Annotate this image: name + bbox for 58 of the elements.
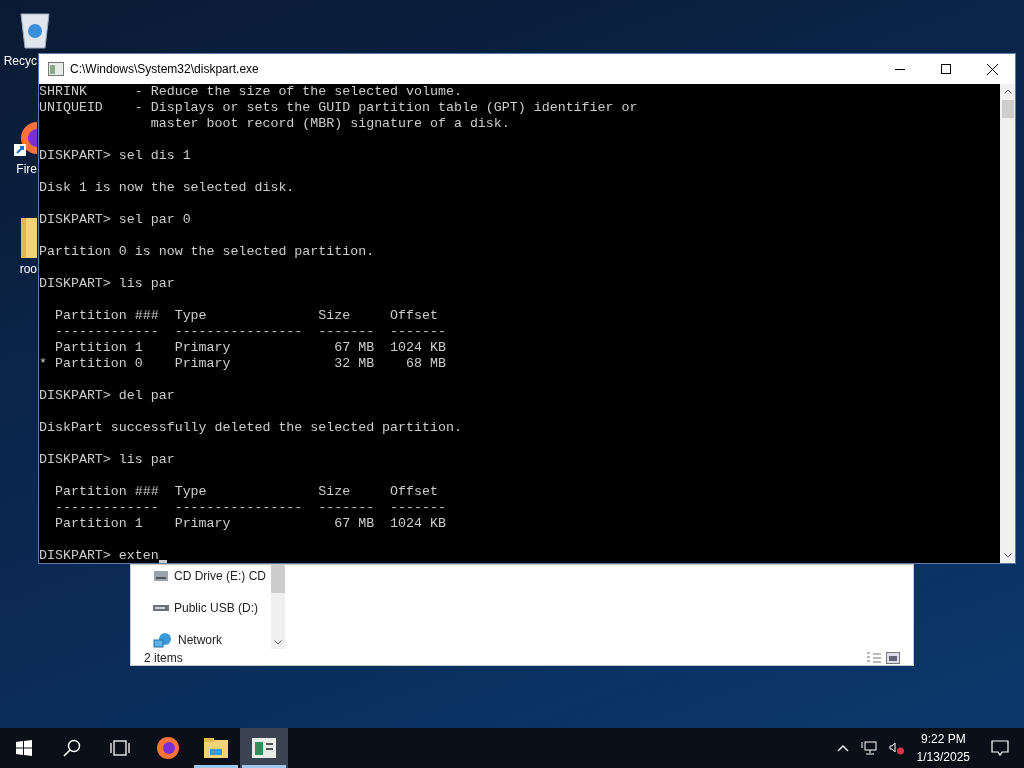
console-line: Partition 1 Primary 67 MB 1024 KB [53,340,447,356]
running-indicator [242,765,286,768]
console-line: DISKPART> del par [39,388,176,404]
nav-item[interactable]: Public USB (D:) [153,599,271,617]
scrollbar-thumb[interactable] [271,565,285,593]
notification-icon [991,740,1009,756]
scroll-up-icon[interactable] [1003,89,1012,94]
desktop-icon-label[interactable]: roo [19,262,37,276]
console-line: Partition ### Type Size Offset [53,484,439,500]
scroll-down-icon[interactable] [274,640,282,645]
nav-scrollbar[interactable] [271,565,285,649]
windows-logo-icon [16,740,32,756]
chevron-up-icon[interactable] [836,744,849,752]
console-line: DISKPART> lis par [39,276,176,292]
console-prompt[interactable]: DISKPART> exten [39,548,159,563]
desktop-icon-label[interactable]: Fire [16,162,37,176]
running-indicator [194,765,238,768]
console-icon [252,738,276,758]
console-line: Partition 1 Primary 67 MB 1024 KB [53,516,447,532]
nav-item[interactable]: Network [153,631,271,649]
console-line: Partition ### Type Size Offset [53,308,439,324]
search-icon [63,739,81,757]
minimize-icon [895,68,905,70]
folder-icon [21,218,37,258]
network-icon[interactable] [860,741,877,755]
console-line: DISKPART> sel dis 1 [39,148,192,164]
window-title: C:\Windows\System32\diskpart.exe [70,61,259,78]
console-scrollbar[interactable] [1000,84,1015,563]
large-icons-view-icon[interactable] [886,652,900,664]
console-line: SHRINK - Reduce the size of the selected volume. [39,84,463,100]
console-line: ------------- ---------------- ------- ------- [53,500,447,516]
taskbar-app-button[interactable] [240,728,288,768]
browser-icon [156,736,180,760]
desktop-icon-label[interactable]: Recyc [3,54,37,68]
console-icon [48,62,64,76]
console-line: master boot record (MBR) signature of a disk. [149,116,511,132]
nav-item[interactable]: CD Drive (E:) CD [153,567,271,585]
task-view-icon [109,740,131,756]
scrollbar-thumb[interactable] [1001,100,1014,118]
network-icon [153,632,173,648]
console-line: DiskPart successfully deleted the selected partition. [39,420,463,436]
console-line: UNIQUEID - Displays or sets the GUID partition table (GPT) identifier or [39,100,639,116]
maximize-icon [941,64,951,74]
scroll-down-icon[interactable] [1003,553,1012,558]
console-line: Partition 0 is now the selected partition. [39,244,376,260]
clock-time[interactable]: 9:22 PM [920,730,966,748]
console-line: DISKPART> lis par [39,452,176,468]
muted-speaker-icon[interactable] [888,741,905,755]
close-icon [986,63,998,75]
status-text: 2 items [144,650,183,667]
console-line: * Partition 0 Primary 32 MB 68 MB [39,356,447,372]
drive-icon [153,604,169,612]
drive-icon [153,569,169,583]
console-line: DISKPART> sel par 0 [39,212,192,228]
console-line: ------------- ---------------- ------- ------- [53,324,447,340]
console-line: Disk 1 is now the selected disk. [39,180,296,196]
clock-date[interactable]: 1/13/2025 [916,748,970,766]
folder-icon [204,738,228,758]
